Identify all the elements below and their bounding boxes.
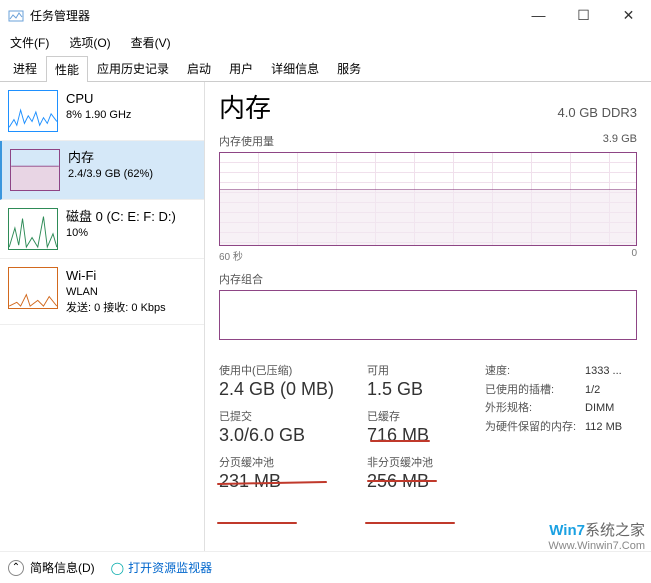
menu-options[interactable]: 选项(O) [65,32,114,53]
stat-label-speed: 速度: [485,362,585,381]
sidebar-label-wifi: Wi-Fi [66,267,166,285]
tab-startup[interactable]: 启动 [178,55,220,81]
titlebar: 任务管理器 — ☐ ✕ [0,0,651,30]
stat-value-reserved: 112 MB [585,418,622,437]
menubar: 文件(F) 选项(O) 查看(V) [0,30,651,55]
stat-value-inuse: 2.4 GB (0 MB) [219,379,349,400]
watermark-brand-suffix: 系统之家 [585,522,645,539]
stat-label-committed: 已提交 [219,408,349,424]
axis-right-label: 0 [631,248,637,263]
page-title: 内存 [219,88,271,125]
tab-details[interactable]: 详细信息 [262,55,328,81]
sidebar-sub-memory: 2.4/3.9 GB (62%) [68,167,153,182]
stats-col-right: 速度:1333 ... 已使用的插槽:1/2 外形规格:DIMM 为硬件保留的内… [485,362,622,500]
annotation-redline [365,522,455,524]
sidebar-item-memory[interactable]: 内存 2.4/3.9 GB (62%) [0,141,204,200]
tab-processes[interactable]: 进程 [4,55,46,81]
menu-view[interactable]: 查看(V) [127,32,175,53]
stat-value-speed: 1333 ... [585,362,622,381]
stat-value-form: DIMM [585,399,614,418]
sidebar-sub-cpu: 8% 1.90 GHz [66,108,131,123]
sidebar-sub-disk: 10% [66,226,176,241]
main-panel: 内存 4.0 GB DDR3 内存使用量 3.9 GB 60 秒 0 内存组合 … [205,82,651,555]
chevron-up-icon[interactable]: ⌃ [8,560,24,576]
stat-label-paged: 分页缓冲池 [219,454,349,470]
window-title: 任务管理器 [30,7,90,24]
axis-left-label: 60 秒 [219,248,243,263]
stat-value-available: 1.5 GB [367,379,467,400]
annotation-redline [370,440,430,442]
stat-label-nonpaged: 非分页缓冲池 [367,454,467,470]
sidebar-item-wifi[interactable]: Wi-Fi WLAN 发送: 0 接收: 0 Kbps [0,259,204,325]
watermark: Win7系统之家 Www.Winwin7.Com [548,522,645,553]
tab-performance[interactable]: 性能 [46,56,88,82]
stat-label-reserved: 为硬件保留的内存: [485,418,585,437]
stat-label-inuse: 使用中(已压缩) [219,362,349,378]
minimize-button[interactable]: — [516,0,561,30]
stat-label-cached: 已缓存 [367,408,467,424]
footer-bar: ⌃ 简略信息(D) 打开资源监视器 [0,551,651,583]
annotation-redline [217,522,297,524]
watermark-url: Www.Winwin7.Com [548,540,645,553]
memory-composition-chart[interactable] [219,290,637,340]
close-button[interactable]: ✕ [606,0,651,30]
sidebar-sub-wifi: WLAN [66,285,166,300]
performance-sidebar: CPU 8% 1.90 GHz 内存 2.4/3.9 GB (62%) 磁盘 0… [0,82,205,555]
sidebar-item-disk[interactable]: 磁盘 0 (C: E: F: D:) 10% [0,200,204,259]
stat-value-cached: 716 MB [367,425,467,446]
annotation-redline [367,480,437,482]
window-controls: — ☐ ✕ [516,0,651,30]
disk-mini-graph-icon [9,209,57,249]
open-resource-monitor-link[interactable]: 打开资源监视器 [111,559,212,576]
sidebar-label-memory: 内存 [68,149,153,167]
app-icon [8,7,24,23]
stats-col-left: 使用中(已压缩) 2.4 GB (0 MB) 已提交 3.0/6.0 GB 分页… [219,362,349,500]
sidebar-label-cpu: CPU [66,90,131,108]
menu-file[interactable]: 文件(F) [6,32,53,53]
maximize-button[interactable]: ☐ [561,0,606,30]
watermark-brand-prefix: Win7 [549,522,585,539]
cpu-mini-graph-icon [9,91,57,131]
brief-info-link[interactable]: 简略信息(D) [30,559,95,576]
tab-strip: 进程 性能 应用历史记录 启动 用户 详细信息 服务 [0,55,651,82]
wifi-mini-graph-icon [9,268,57,308]
composition-label: 内存组合 [219,271,263,287]
tab-services[interactable]: 服务 [328,55,370,81]
memory-mini-graph-icon [11,150,59,190]
memory-spec: 4.0 GB DDR3 [558,105,637,120]
usage-chart-max: 3.9 GB [603,133,637,149]
sidebar-sub2-wifi: 发送: 0 接收: 0 Kbps [66,301,166,316]
content-area: CPU 8% 1.90 GHz 内存 2.4/3.9 GB (62%) 磁盘 0… [0,82,651,555]
stat-label-form: 外形规格: [485,399,585,418]
sidebar-label-disk: 磁盘 0 (C: E: F: D:) [66,208,176,226]
tab-app-history[interactable]: 应用历史记录 [88,55,178,81]
usage-chart-label: 内存使用量 [219,133,274,149]
memory-usage-chart[interactable] [219,152,637,246]
stat-value-committed: 3.0/6.0 GB [219,425,349,446]
stat-label-slots: 已使用的插槽: [485,381,585,400]
tab-users[interactable]: 用户 [220,55,262,81]
stat-value-slots: 1/2 [585,381,600,400]
sidebar-item-cpu[interactable]: CPU 8% 1.90 GHz [0,82,204,141]
stat-label-available: 可用 [367,362,467,378]
